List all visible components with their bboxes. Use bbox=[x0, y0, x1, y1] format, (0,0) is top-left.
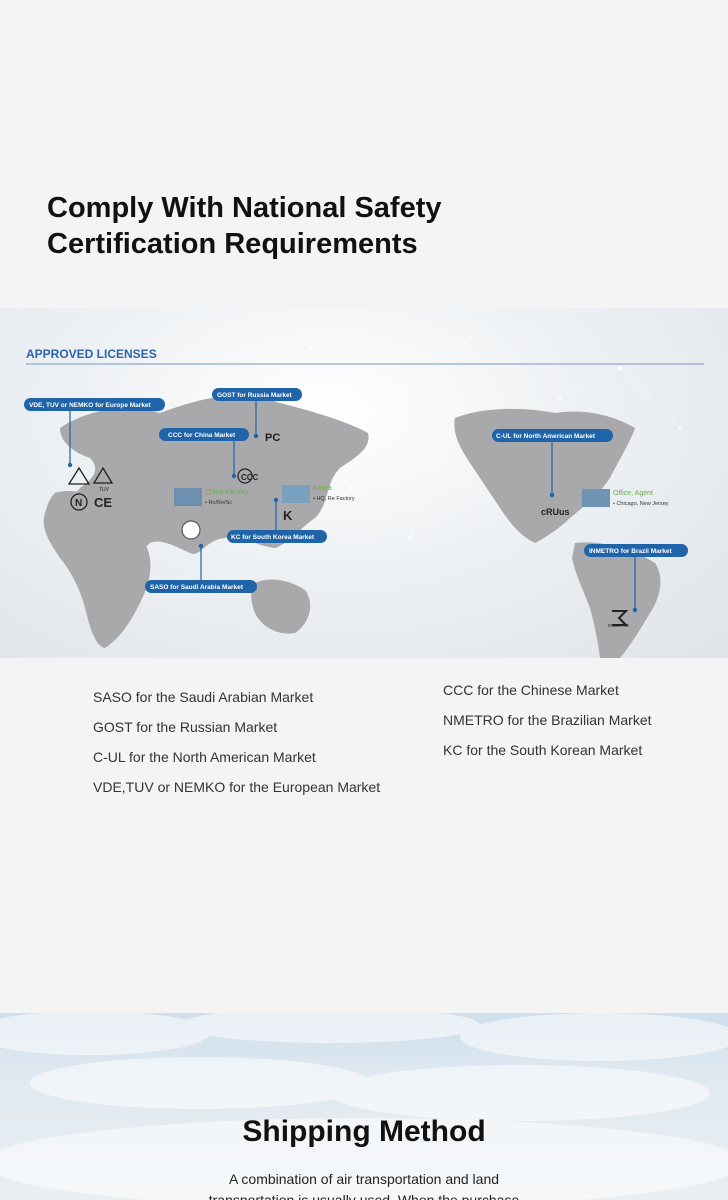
shipping-title: Shipping Method bbox=[242, 1115, 486, 1148]
list-item: GOST for the Russian Market bbox=[93, 719, 278, 735]
us-site-detail: • Chicago, New Jersey bbox=[613, 501, 669, 507]
list-item: C-UL for the North American Market bbox=[93, 749, 316, 765]
kc-mark-icon: K bbox=[283, 508, 293, 523]
us-office-photo bbox=[582, 489, 610, 507]
americas-landmass bbox=[454, 408, 661, 658]
shipping-section: Shipping Method A combination of air tra… bbox=[0, 1013, 728, 1200]
page-title-line-1: Comply With National Safety bbox=[47, 192, 442, 224]
tag-north-america-label: C-UL for North American Market bbox=[496, 433, 596, 440]
korea-hq-photo bbox=[282, 485, 310, 503]
gost-pct-mark-icon: PC bbox=[265, 432, 280, 444]
shipping-description: A combination of air transportation and … bbox=[208, 1171, 520, 1200]
china-site-name: China Factory bbox=[205, 489, 249, 496]
tuv-mark-label: TUV bbox=[99, 487, 110, 493]
tag-brazil-label: INMETRO for Brazil Market bbox=[589, 548, 673, 555]
ce-mark-icon: CE bbox=[94, 495, 112, 510]
korea-site-name: Korea bbox=[313, 485, 332, 492]
page-title: Comply With National Safety Certificatio… bbox=[47, 190, 442, 262]
license-list-left: SASO for the Saudi Arabian Market GOST f… bbox=[93, 682, 380, 802]
nemko-mark-letter: N bbox=[75, 498, 82, 509]
saso-seal-icon bbox=[181, 520, 201, 540]
tag-russia-label: GOST for Russia Market bbox=[217, 392, 293, 399]
list-item: NMETRO for the Brazilian Market bbox=[443, 712, 652, 728]
cul-mark-icon: cRUus bbox=[541, 507, 570, 517]
us-site-name: Office, Agent bbox=[613, 490, 653, 497]
tag-china-label: CCC for China Market bbox=[168, 432, 236, 439]
map-heading: APPROVED LICENSES bbox=[26, 347, 157, 361]
list-item: KC for the South Korean Market bbox=[443, 742, 643, 758]
vde-mark-icon bbox=[67, 466, 91, 485]
china-site-detail: • Ro/Re/Sc bbox=[205, 500, 232, 506]
approved-licenses-map: APPROVED LICENSES China Factory • Ro/Re/… bbox=[0, 308, 728, 658]
korea-site-detail: • HQ, Re Factory bbox=[313, 496, 355, 502]
list-item: SASO for the Saudi Arabian Market bbox=[93, 689, 314, 705]
tag-europe-label: VDE, TUV or NEMKO for Europe Market bbox=[29, 402, 152, 409]
list-item: VDE,TUV or NEMKO for the European Market bbox=[93, 779, 381, 795]
list-item: CCC for the Chinese Market bbox=[443, 682, 619, 698]
license-list-right: CCC for the Chinese Market NMETRO for th… bbox=[443, 675, 652, 765]
page-title-line-2: Certification Requirements bbox=[47, 228, 418, 260]
tag-saudi-label: SASO for Saudi Arabia Market bbox=[150, 584, 244, 591]
world-map-graphic: APPROVED LICENSES China Factory • Ro/Re/… bbox=[24, 328, 704, 658]
tag-korea-label: KC for South Korea Market bbox=[231, 534, 315, 541]
china-factory-photo bbox=[174, 488, 202, 506]
